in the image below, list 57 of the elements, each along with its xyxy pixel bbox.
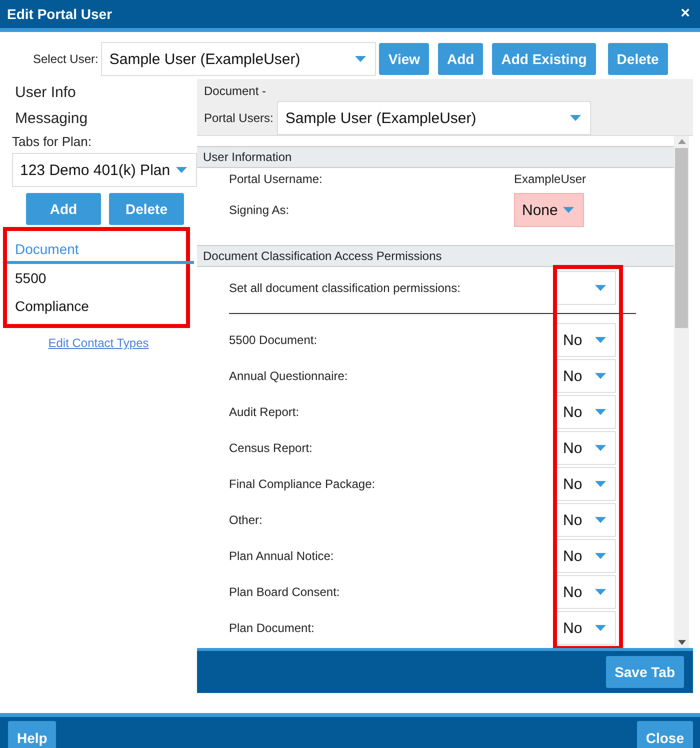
caret-icon: [595, 445, 606, 451]
caret-icon: [176, 167, 187, 173]
nav-item[interactable]: Messaging: [0, 105, 197, 131]
close-button[interactable]: ×: [680, 5, 690, 23]
section-header: Document Classification Access Permissions: [197, 245, 674, 267]
caret-icon: [595, 517, 606, 523]
permission-dropdown[interactable]: No: [555, 575, 616, 609]
permission-dropdown[interactable]: No: [555, 467, 616, 501]
section-header: User Information: [197, 146, 674, 168]
caret-icon: [595, 481, 606, 487]
portal-users-dropdown[interactable]: Sample User (ExampleUser): [277, 101, 592, 135]
field-label: Portal Username:: [229, 172, 324, 186]
caret-icon: [563, 207, 574, 213]
field-label: Final Compliance Package:: [229, 477, 376, 491]
nav-item[interactable]: User Info: [0, 79, 197, 105]
field-label: 5500 Document:: [229, 333, 318, 347]
caret-icon: [595, 625, 606, 631]
caret-icon: [570, 115, 582, 121]
panel-heading: Document -: [204, 84, 268, 98]
select-user-label: Select User:: [33, 52, 98, 66]
plan-tab[interactable]: 5500: [7, 264, 186, 292]
portal-users-label: Portal Users:: [204, 111, 274, 125]
field-label: Signing As:: [229, 203, 290, 217]
caret-icon: [595, 285, 606, 291]
field-label: Other:: [229, 513, 262, 527]
permission-dropdown[interactable]: No: [555, 539, 616, 573]
window-title: Edit Portal User: [7, 6, 112, 22]
permission-dropdown[interactable]: No: [555, 611, 616, 645]
edit-contact-types-link[interactable]: Edit Contact Types: [48, 336, 149, 350]
plan-dropdown[interactable]: 123 Demo 401(k) Plan: [12, 153, 197, 187]
permission-dropdown[interactable]: No: [555, 503, 616, 537]
permission-dropdown[interactable]: No: [555, 431, 616, 465]
field-label: Plan Board Consent:: [229, 585, 340, 599]
caret-icon: [595, 409, 606, 415]
caret-icon: [595, 337, 606, 343]
caret-icon: [595, 373, 606, 379]
field-label: Plan Annual Notice:: [229, 549, 334, 563]
scrollbar[interactable]: [674, 136, 689, 648]
field-label: Annual Questionnaire:: [229, 369, 348, 383]
user-dropdown[interactable]: Sample User (ExampleUser): [101, 42, 376, 76]
caret-icon: [355, 56, 366, 62]
username-value: ExampleUser: [514, 172, 586, 186]
scroll-down-icon[interactable]: [678, 640, 686, 645]
field-label: Audit Report:: [229, 405, 300, 419]
field-label: Set all document classification permissions:: [229, 281, 460, 295]
scroll-up-icon[interactable]: [678, 139, 686, 144]
permission-dropdown[interactable]: No: [555, 359, 616, 393]
permission-dropdown[interactable]: No: [555, 323, 616, 357]
signing-as-dropdown[interactable]: None: [514, 193, 584, 227]
set-all-dropdown[interactable]: [555, 271, 616, 305]
field-label: Plan Document:: [229, 621, 314, 635]
caret-icon: [595, 553, 606, 559]
tabs-for-plan-label: Tabs for Plan:: [11, 133, 92, 149]
field-label: Census Report:: [229, 441, 312, 455]
caret-icon: [595, 589, 606, 595]
plan-tab[interactable]: Compliance: [7, 292, 186, 320]
permission-dropdown[interactable]: No: [555, 395, 616, 429]
